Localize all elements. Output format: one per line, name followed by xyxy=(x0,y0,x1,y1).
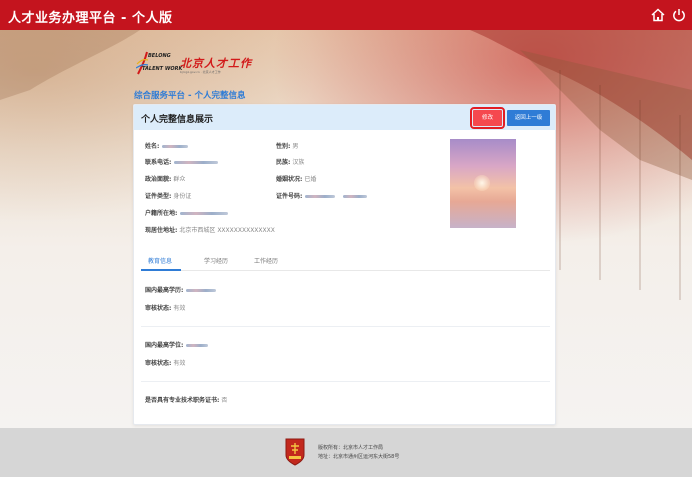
marital-label: 婚姻状况: xyxy=(276,176,303,183)
address-label: 现居住地址: xyxy=(145,227,178,234)
logo-english-top: BELONG xyxy=(148,53,171,59)
name-label: 姓名: xyxy=(145,143,160,150)
home-icon[interactable] xyxy=(650,7,666,23)
back-button[interactable]: 返回上一级 xyxy=(507,110,550,126)
level-label: 国内最高学位: xyxy=(145,342,184,349)
breadcrumb[interactable]: 综合服务平台 - 个人完整信息 xyxy=(134,89,245,101)
section-divider xyxy=(141,381,550,382)
tab-work[interactable]: 工作经历 xyxy=(254,256,278,265)
name-value-redacted xyxy=(162,145,189,148)
political-field: 政治面貌: 群众 xyxy=(145,174,185,183)
level-status-value: 有效 xyxy=(173,360,186,367)
phone-label: 联系电话: xyxy=(145,159,172,166)
marital-field: 婚姻状况: 已婚 xyxy=(276,174,316,183)
gender-value: 男 xyxy=(292,143,299,150)
political-value: 群众 xyxy=(173,176,186,183)
name-field: 姓名: xyxy=(145,141,189,150)
phone-value-redacted xyxy=(174,161,219,164)
degree-field: 国内最高学历: xyxy=(145,285,217,294)
active-tab-indicator xyxy=(141,269,181,271)
hukou-field: 户籍所在地: xyxy=(145,208,229,217)
ethnicity-value: 汉族 xyxy=(292,159,305,166)
footer-copyright: 版权所有：北京市人才工作局 xyxy=(318,445,384,451)
ethnicity-field: 民族: 汉族 xyxy=(276,157,304,166)
top-bar: 人才业务办理平台 - 个人版 xyxy=(0,0,692,30)
photo-sun-glow xyxy=(474,175,490,191)
level-field: 国内最高学位: xyxy=(145,340,209,349)
phone-field: 联系电话: xyxy=(145,157,219,166)
tab-study[interactable]: 学习经历 xyxy=(204,256,228,265)
idnum-value-redacted-2 xyxy=(343,195,368,198)
info-tabs: 教育信息 学习经历 工作经历 xyxy=(141,251,550,271)
edit-button[interactable]: 修改 xyxy=(470,107,505,129)
ethnicity-label: 民族: xyxy=(276,159,291,166)
idtype-value: 身份证 xyxy=(173,193,192,200)
degree-status-label: 审核状态: xyxy=(145,305,172,312)
power-icon[interactable] xyxy=(671,7,687,23)
profile-photo xyxy=(450,139,516,228)
political-label: 政治面貌: xyxy=(145,176,172,183)
idnum-value-redacted-1 xyxy=(305,195,336,198)
gender-field: 性别: 男 xyxy=(276,141,298,150)
idtype-field: 证件类型: 身份证 xyxy=(145,191,191,200)
card-title: 个人完整信息展示 xyxy=(141,115,214,125)
marital-value: 已婚 xyxy=(304,176,317,183)
level-status-field: 审核状态: 有效 xyxy=(145,358,185,367)
logo-url: bjrcgz.gov.cn · 北京人才工作 xyxy=(180,70,221,74)
degree-value-redacted xyxy=(186,289,217,292)
profile-card: 个人完整信息展示 修改 返回上一级 姓名: 联系电话: 政治面貌: 群众 证件类型… xyxy=(133,104,556,425)
level-status-label: 审核状态: xyxy=(145,360,172,367)
footer-address: 地址：北京市通州区运河东大街58号 xyxy=(318,454,400,460)
gender-label: 性别: xyxy=(276,143,291,150)
cert-value: 否 xyxy=(221,397,228,404)
idnum-label: 证件号码: xyxy=(276,193,303,200)
logo-chinese: 北京人才工作 xyxy=(180,57,252,70)
logo-swoosh-icon xyxy=(136,51,148,75)
app-title: 人才业务办理平台 - 个人版 xyxy=(8,11,173,26)
logo-english-bottom: TALENT WORK xyxy=(142,66,183,72)
address-value: 北京市西城区 XXXXXXXXXXXXXX xyxy=(179,227,275,234)
section-divider xyxy=(141,326,550,327)
degree-label: 国内最高学历: xyxy=(145,287,184,294)
card-header: 个人完整信息展示 修改 返回上一级 xyxy=(134,105,555,130)
logo: BELONG TALENT WORK 北京人才工作 bjrcgz.gov.cn … xyxy=(134,50,264,82)
level-value-redacted xyxy=(186,344,209,347)
idnum-field: 证件号码: xyxy=(276,191,368,200)
idtype-label: 证件类型: xyxy=(145,193,172,200)
tab-education[interactable]: 教育信息 xyxy=(148,256,172,265)
cert-field: 是否具有专业技术职务证书: 否 xyxy=(145,395,227,404)
address-field: 现居住地址: 北京市西城区 XXXXXXXXXXXXXX xyxy=(145,225,275,234)
cert-label: 是否具有专业技术职务证书: xyxy=(145,397,220,404)
degree-status-field: 审核状态: 有效 xyxy=(145,303,185,312)
emblem-icon xyxy=(285,438,305,466)
hukou-value-redacted xyxy=(180,212,229,215)
hukou-label: 户籍所在地: xyxy=(145,210,178,217)
degree-status-value: 有效 xyxy=(173,305,186,312)
